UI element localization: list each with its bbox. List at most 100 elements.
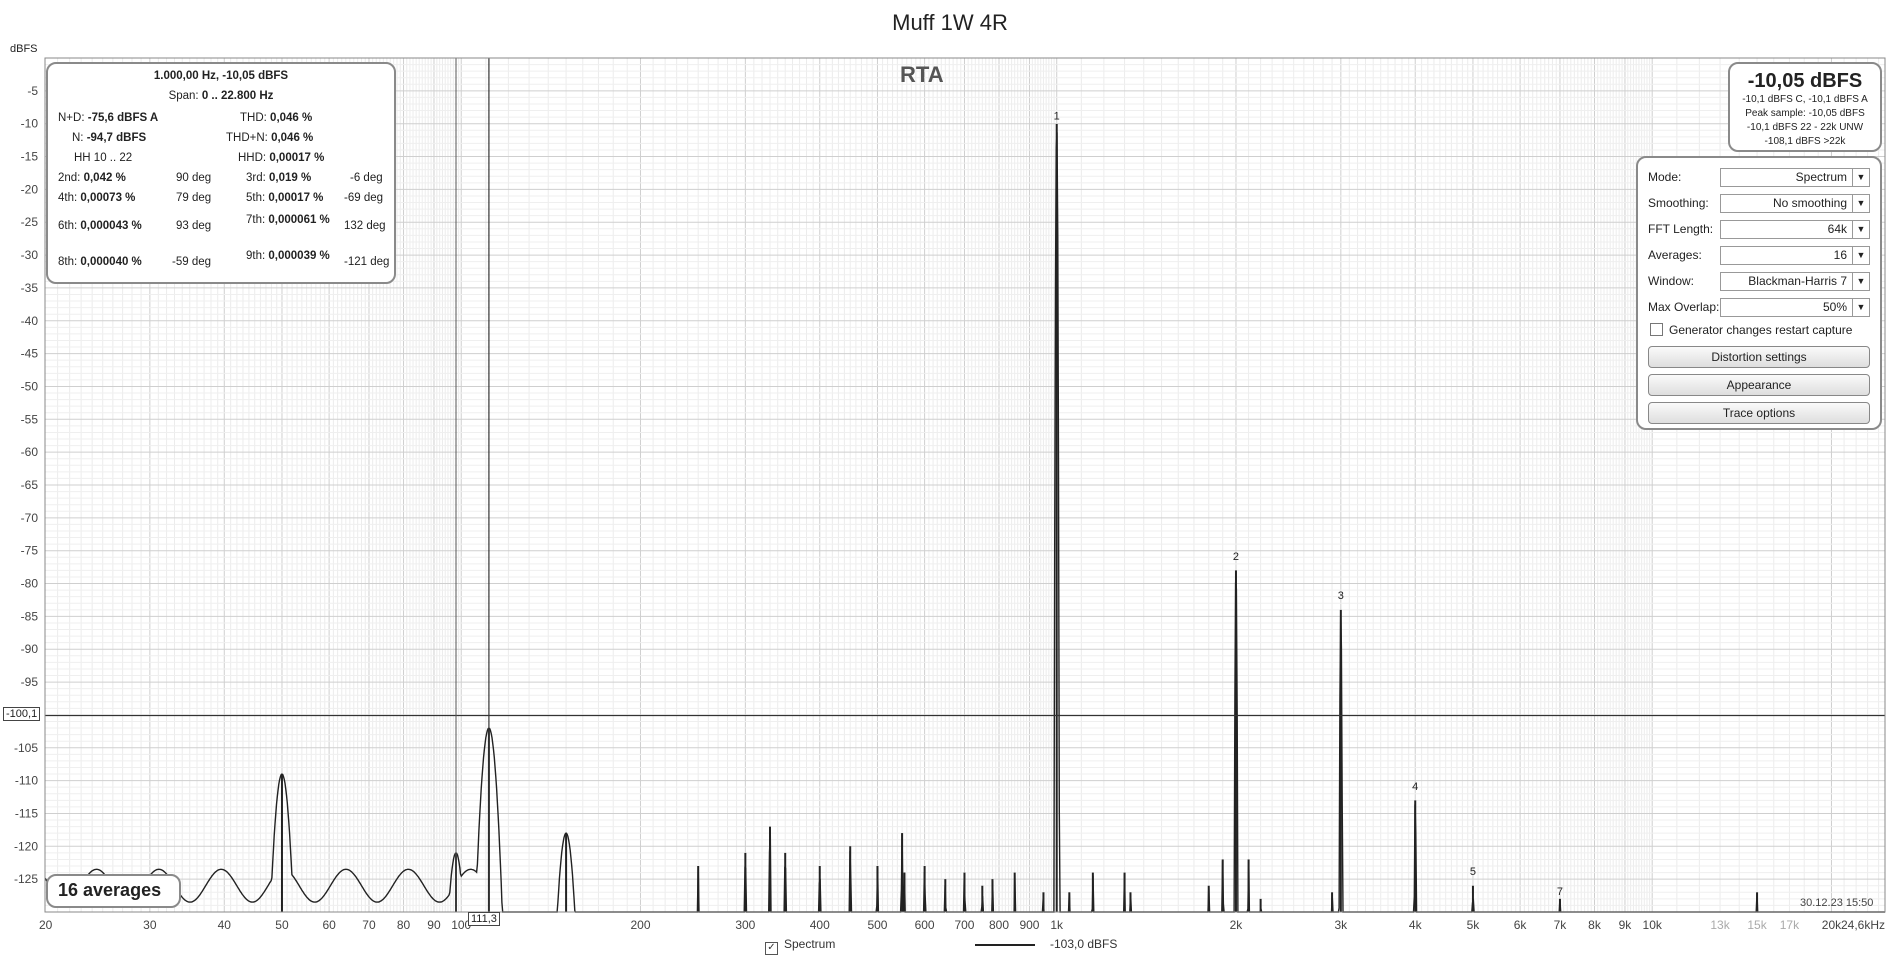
x-tick-label: 17k bbox=[1780, 918, 1800, 932]
h3-row: 3rd: 0,019 % bbox=[246, 172, 311, 184]
x-tick-label: 200 bbox=[630, 918, 650, 932]
x-tick-label: 80 bbox=[397, 918, 411, 932]
x-tick-label: 800 bbox=[989, 918, 1009, 932]
fft-length-value: 64k bbox=[1827, 222, 1847, 236]
x-tick-label: 1k bbox=[1050, 918, 1064, 932]
y-tick-label: -85 bbox=[21, 609, 39, 623]
h4-label: 4th: bbox=[58, 192, 78, 204]
y-tick-label: -80 bbox=[21, 577, 39, 591]
mode-label: Mode: bbox=[1648, 170, 1682, 184]
h7-label: 7th: bbox=[246, 214, 266, 226]
level-meter-panel[interactable]: -10,05 dBFS -10,1 dBFS C, -10,1 dBFS A P… bbox=[1728, 62, 1882, 152]
smoothing-label: Smoothing: bbox=[1648, 196, 1709, 210]
window-select[interactable]: Blackman-Harris 7 ▼ bbox=[1720, 272, 1870, 291]
window-label: Window: bbox=[1648, 274, 1695, 288]
h9-label: 9th: bbox=[246, 250, 266, 262]
y-tick-label: -40 bbox=[21, 314, 39, 328]
h7-value: 0,000061 % bbox=[268, 214, 330, 226]
averages-badge: 16 averages bbox=[46, 874, 181, 908]
y-tick-label: -70 bbox=[21, 511, 39, 525]
h6-label: 6th: bbox=[58, 220, 78, 232]
overlap-label: Max Overlap: bbox=[1648, 300, 1720, 314]
averages-label: Averages: bbox=[1648, 248, 1702, 262]
x-tick-label: 10k bbox=[1643, 918, 1663, 932]
h7-row: 7th: 0,000061 % bbox=[246, 214, 346, 226]
overlap-select[interactable]: 50% ▼ bbox=[1720, 298, 1870, 317]
overlap-value: 50% bbox=[1822, 300, 1847, 314]
span-row: Span: 0 .. 22.800 Hz bbox=[48, 90, 394, 102]
x-tick-label: 15k bbox=[1747, 918, 1767, 932]
x-tick-label: 20 bbox=[39, 918, 53, 932]
rta-label: RTA bbox=[900, 62, 944, 87]
averages-select[interactable]: 16 ▼ bbox=[1720, 246, 1870, 265]
x-tick-label: 300 bbox=[735, 918, 755, 932]
x-tick-label: 600 bbox=[915, 918, 935, 932]
span-label: Span: bbox=[168, 90, 199, 102]
x-tick-label: 90 bbox=[427, 918, 441, 932]
h3-value: 0,019 % bbox=[269, 172, 312, 184]
h2-row: 2nd: 0,042 % bbox=[58, 172, 126, 184]
harmonic-label: 1 bbox=[1054, 111, 1060, 123]
harmonic-label: 4 bbox=[1412, 781, 1418, 793]
hhd-label: HHD: bbox=[238, 152, 267, 164]
harmonic-label: 7 bbox=[1557, 886, 1563, 898]
x-tick-label: 3k bbox=[1334, 918, 1348, 932]
h9-row: 9th: 0,000039 % bbox=[246, 250, 346, 262]
y-tick-label: -50 bbox=[21, 379, 39, 393]
y-tick-label: -115 bbox=[15, 806, 38, 820]
distortion-settings-button[interactable]: Distortion settings bbox=[1648, 346, 1870, 368]
generator-restart-checkbox[interactable]: Generator changes restart capture bbox=[1650, 323, 1852, 337]
nd-label: N+D: bbox=[58, 112, 85, 124]
thd-label: THD: bbox=[240, 112, 267, 124]
x-tick-label: 9k bbox=[1619, 918, 1633, 932]
y-tick-label: -90 bbox=[21, 642, 39, 656]
thdn-label: THD+N: bbox=[226, 132, 268, 144]
chevron-down-icon: ▼ bbox=[1852, 299, 1869, 316]
legend-checkbox[interactable]: ✓ bbox=[765, 942, 778, 955]
averages-value: 16 bbox=[1833, 248, 1847, 262]
h8-label: 8th: bbox=[58, 256, 78, 268]
hh-label: HH 10 .. 22 bbox=[74, 152, 133, 164]
cursor-y-readout: -100,1 bbox=[3, 707, 41, 721]
hhd-row: HHD: 0,00017 % bbox=[238, 152, 324, 164]
chevron-down-icon: ▼ bbox=[1852, 195, 1869, 212]
h4-phase: 79 deg bbox=[176, 192, 212, 204]
legend-spectrum[interactable]: ✓ Spectrum bbox=[765, 937, 835, 955]
harmonic-label: 5 bbox=[1470, 866, 1476, 878]
checkbox-box[interactable] bbox=[1650, 323, 1663, 336]
h6-phase: 93 deg bbox=[176, 220, 212, 232]
x-tick-label: 700 bbox=[954, 918, 974, 932]
y-tick-label: -5 bbox=[27, 84, 38, 98]
y-tick-label: -15 bbox=[21, 150, 39, 164]
y-tick-label: -35 bbox=[21, 281, 39, 295]
appearance-button[interactable]: Appearance bbox=[1648, 374, 1870, 396]
x-tick-label: 5k bbox=[1467, 918, 1481, 932]
x-tick-label: 13k bbox=[1710, 918, 1730, 932]
x-tick-label: 50 bbox=[275, 918, 289, 932]
distortion-stats-panel[interactable]: 1.000,00 Hz, -10,05 dBFS Span: 0 .. 22.8… bbox=[46, 62, 396, 284]
h3-label: 3rd: bbox=[246, 172, 266, 184]
h2-phase: 90 deg bbox=[176, 172, 212, 184]
span-value: 0 .. 22.800 Hz bbox=[201, 90, 274, 102]
x-tick-label: 40 bbox=[218, 918, 232, 932]
legend-readout: -103,0 dBFS bbox=[1050, 937, 1118, 951]
y-tick-label: -20 bbox=[21, 182, 39, 196]
level-weighted: -10,1 dBFS C, -10,1 dBFS A bbox=[1742, 94, 1868, 105]
x-tick-label: 900 bbox=[1019, 918, 1039, 932]
smoothing-select[interactable]: No smoothing ▼ bbox=[1720, 194, 1870, 213]
h4-row: 4th: 0,00073 % bbox=[58, 192, 135, 204]
h6-row: 6th: 0,000043 % bbox=[58, 220, 142, 232]
fft-length-label: FFT Length: bbox=[1648, 222, 1714, 236]
legend-line-swatch bbox=[975, 944, 1035, 946]
x-tick-label: 20k bbox=[1822, 918, 1842, 932]
thdn-row: THD+N: 0,046 % bbox=[226, 132, 313, 144]
chevron-down-icon: ▼ bbox=[1852, 169, 1869, 186]
mode-select[interactable]: Spectrum ▼ bbox=[1720, 168, 1870, 187]
y-tick-label: -55 bbox=[21, 412, 39, 426]
x-tick-label: 30 bbox=[143, 918, 157, 932]
h5-value: 0,00017 % bbox=[268, 192, 324, 204]
x-tick-label: 2k bbox=[1230, 918, 1244, 932]
trace-options-button[interactable]: Trace options bbox=[1648, 402, 1870, 424]
fft-length-select[interactable]: 64k ▼ bbox=[1720, 220, 1870, 239]
h8-value: 0,000040 % bbox=[80, 256, 142, 268]
